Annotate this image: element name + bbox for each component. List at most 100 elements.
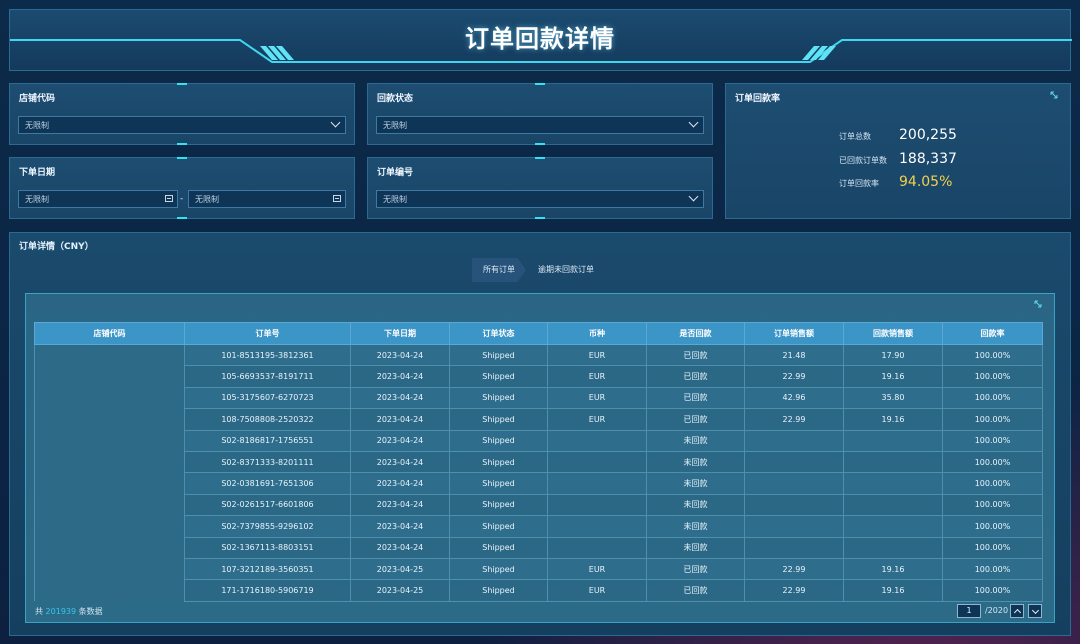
expand-icon[interactable] — [1050, 91, 1058, 99]
table-cell: 108-7508808-2520322 — [184, 408, 351, 431]
payment-status-filter: 回款状态 无限制 — [367, 83, 713, 145]
store-code-select[interactable]: 无限制 — [18, 116, 346, 134]
table-cell: 19.16 — [843, 557, 943, 581]
table-cell: 已回款 — [646, 365, 745, 388]
calendar-icon[interactable] — [333, 195, 341, 202]
column-header[interactable]: 订单状态 — [449, 322, 548, 345]
table-row[interactable]: 101-8513195-3812361 2023-04-24 Shipped EUR 已… — [34, 343, 1043, 602]
table-cell — [744, 472, 844, 495]
table-cell: 21.48 — [744, 343, 844, 367]
table-cell: 未回款 — [646, 515, 745, 538]
calendar-icon[interactable] — [165, 195, 173, 202]
table-cell — [744, 429, 844, 452]
order-number-label: 订单编号 — [377, 168, 414, 178]
table-cell: 2023-04-25 — [350, 579, 450, 602]
column-header[interactable]: 币种 — [547, 322, 647, 345]
column-header[interactable]: 回款率 — [942, 322, 1043, 345]
table-row[interactable]: 107-3212189-3560351 2023-04-25 Shipped EUR 已… — [35, 557, 1043, 581]
order-date-start-input[interactable]: 无限制 — [18, 190, 178, 208]
page-prev-button[interactable] — [1010, 604, 1024, 618]
table-cell: 22.99 — [744, 557, 844, 581]
table-cell — [744, 450, 844, 474]
table-cell: Shipped — [449, 365, 548, 388]
table-cell: S02-0261517-6601806 — [184, 493, 351, 517]
page-total: /2020 — [985, 606, 1009, 615]
table-row[interactable]: 108-7508808-2520322 2023-04-24 Shipped EUR 已… — [35, 408, 1043, 431]
table-cell — [744, 536, 844, 559]
table-cell — [547, 450, 647, 474]
table-cell — [547, 515, 647, 538]
tab-all-orders[interactable]: 所有订单 — [472, 258, 526, 282]
page-header: 订单回款详情 — [9, 9, 1072, 71]
table-row[interactable]: S02-8186817-1756551 2023-04-24 Shipped 未回款 1… — [35, 429, 1043, 452]
table-cell: S02-8371333-8201111 — [184, 450, 351, 474]
order-detail-title: 订单详情（CNY） — [19, 242, 94, 252]
order-date-end-input[interactable]: 无限制 — [188, 190, 346, 208]
table-cell: 35.80 — [843, 386, 943, 410]
table-cell: 105-6693537-8191711 — [184, 365, 351, 388]
table-cell — [843, 472, 943, 495]
table-row[interactable]: 171-1716180-5906719 2023-04-25 Shipped EUR 已… — [35, 579, 1043, 602]
table-cell: 已回款 — [646, 579, 745, 602]
record-count-prefix: 共 — [35, 607, 43, 616]
table-cell — [843, 515, 943, 538]
table-cell: 19.16 — [843, 579, 943, 602]
tab-overdue-orders[interactable]: 逾期未回款订单 — [538, 258, 618, 282]
page-next-button[interactable] — [1028, 604, 1042, 618]
payment-status-label: 回款状态 — [377, 94, 414, 104]
table-cell: 22.99 — [744, 579, 844, 602]
payment-rate-value: 94.05% — [899, 174, 953, 190]
column-header[interactable]: 下单日期 — [350, 322, 450, 345]
table-row[interactable]: S02-7379855-9296102 2023-04-24 Shipped 未回款 1… — [35, 515, 1043, 538]
column-header[interactable]: 回款销售额 — [843, 322, 943, 345]
table-cell — [843, 450, 943, 474]
payment-status-select[interactable]: 无限制 — [376, 116, 704, 134]
table-cell: 100.00% — [942, 557, 1043, 581]
table-cell: 2023-04-24 — [350, 429, 450, 452]
record-count-suffix: 条数据 — [78, 607, 103, 616]
table-cell: 未回款 — [646, 450, 745, 474]
table-cell: EUR — [547, 343, 647, 367]
table-row[interactable]: 105-6693537-8191711 2023-04-24 Shipped EUR 已… — [35, 365, 1043, 388]
chevron-down-icon — [1031, 606, 1040, 615]
total-orders-value: 200,255 — [899, 127, 957, 143]
table-cell: 22.99 — [744, 408, 844, 431]
date-range-separator: - — [180, 194, 184, 204]
table-cell: EUR — [547, 579, 647, 602]
column-header[interactable]: 订单号 — [184, 322, 351, 345]
table-cell: 2023-04-24 — [350, 515, 450, 538]
table-cell: Shipped — [449, 343, 548, 367]
order-number-select[interactable]: 无限制 — [376, 190, 704, 208]
column-header[interactable]: 订单销售额 — [744, 322, 844, 345]
table-cell: 171-1716180-5906719 — [184, 579, 351, 602]
table-cell: 未回款 — [646, 429, 745, 452]
table-cell: 42.96 — [744, 386, 844, 410]
table-cell: 100.00% — [942, 386, 1043, 410]
table-row[interactable]: S02-0381691-7651306 2023-04-24 Shipped 未回款 1… — [35, 472, 1043, 495]
table-cell: 未回款 — [646, 472, 745, 495]
table-cell: 17.90 — [843, 343, 943, 367]
table-cell: Shipped — [449, 450, 548, 474]
table-cell: 2023-04-24 — [350, 386, 450, 410]
table-cell: S02-0381691-7651306 — [184, 472, 351, 495]
chevron-down-icon — [330, 117, 341, 128]
order-date-end-value: 无限制 — [195, 195, 219, 204]
expand-icon[interactable] — [1034, 300, 1042, 308]
column-header[interactable]: 是否回款 — [646, 322, 745, 345]
page-number-input[interactable]: 1 — [957, 604, 981, 618]
table-cell: 19.16 — [843, 365, 943, 388]
table-row[interactable]: 105-3175607-6270723 2023-04-24 Shipped EUR 已… — [35, 386, 1043, 410]
column-header[interactable]: 店铺代码 — [34, 322, 185, 345]
table-cell: 未回款 — [646, 493, 745, 517]
order-table: 店铺代码 订单号 下单日期 订单状态 币种 是否回款 订单销售额 回款销售额 回… — [34, 322, 1043, 602]
table-cell: 107-3212189-3560351 — [184, 557, 351, 581]
table-row[interactable]: S02-0261517-6601806 2023-04-24 Shipped 未回款 1… — [35, 493, 1043, 517]
table-cell: Shipped — [449, 408, 548, 431]
table-cell: 100.00% — [942, 450, 1043, 474]
table-cell — [547, 429, 647, 452]
table-row[interactable]: S02-8371333-8201111 2023-04-24 Shipped 未回款 1… — [35, 450, 1043, 474]
table-row[interactable]: S02-1367113-8803151 2023-04-24 Shipped 未回款 1… — [35, 536, 1043, 559]
table-cell: 100.00% — [942, 365, 1043, 388]
table-cell: 19.16 — [843, 408, 943, 431]
table-cell: S02-8186817-1756551 — [184, 429, 351, 452]
